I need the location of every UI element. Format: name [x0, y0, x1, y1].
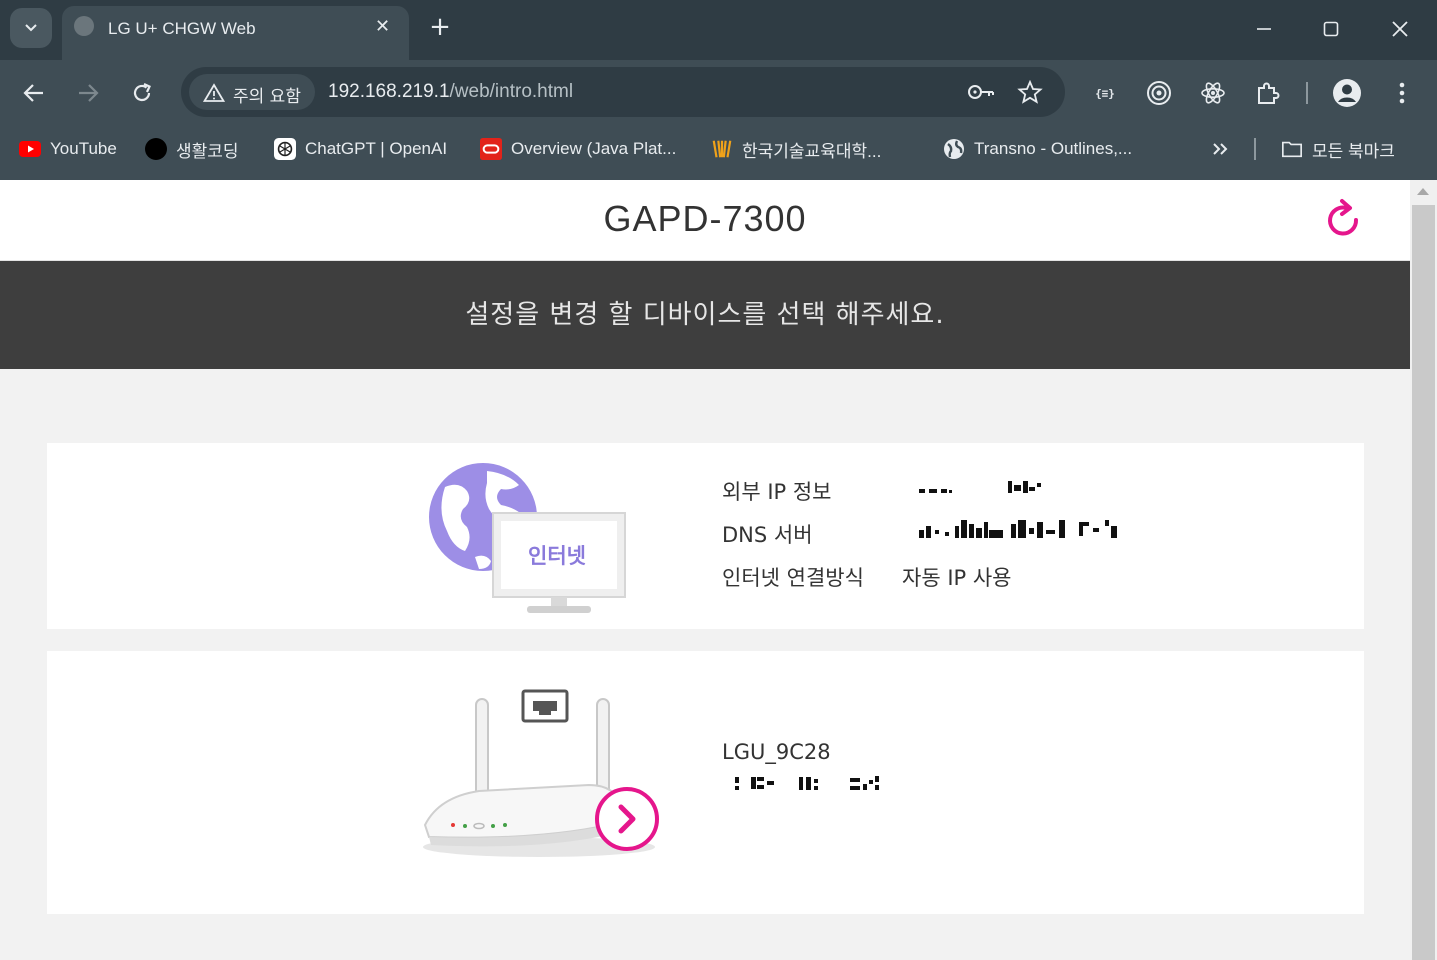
circle-icon: [145, 138, 167, 160]
more-vertical-icon: [1399, 82, 1405, 104]
star-icon[interactable]: [1017, 80, 1043, 104]
browser-menu-button[interactable]: [1387, 78, 1417, 108]
url-text[interactable]: 192.168.219.1/web/intro.html: [328, 81, 573, 103]
address-bar[interactable]: 주의 요함 192.168.219.1/web/intro.html: [181, 67, 1065, 117]
tab-title: LG U+ CHGW Web: [108, 19, 256, 38]
extensions-button[interactable]: [1253, 78, 1283, 108]
internet-icon-label: 인터넷: [528, 544, 586, 568]
avatar-icon: [1333, 79, 1361, 107]
bookmark-label: Overview (Java Plat...: [511, 139, 677, 158]
warning-icon: [203, 83, 225, 102]
reload-icon: [133, 82, 151, 102]
bookmarks-overflow-button[interactable]: [1211, 136, 1229, 162]
bookmark-label: ChatGPT | OpenAI: [305, 139, 448, 158]
bookmark-saenghwal-coding[interactable]: 생활코딩: [145, 136, 239, 162]
double-chevron-right-icon: [1213, 143, 1228, 155]
all-bookmarks-label: 모든 북마크: [1312, 141, 1395, 161]
maximize-button[interactable]: [1311, 12, 1351, 46]
bookmarks-bar: YouTube 생활코딩 ChatGPT | OpenAI Overview (…: [0, 124, 1437, 180]
puzzle-icon: [1258, 82, 1280, 104]
extension-react-icon[interactable]: [1198, 78, 1228, 108]
bookmark-java-overview[interactable]: Overview (Java Plat...: [480, 136, 676, 162]
bookmark-koreatech[interactable]: 한국기술교육대학...: [711, 136, 881, 162]
globe-icon: [74, 16, 94, 36]
minimize-button[interactable]: [1244, 12, 1284, 46]
browser-tab-active[interactable]: LG U+ CHGW Web ✕: [62, 6, 409, 60]
tab-strip: LG U+ CHGW Web ✕ +: [0, 0, 1437, 60]
all-bookmarks-button[interactable]: 모든 북마크: [1281, 136, 1395, 162]
enter-device-button[interactable]: [594, 786, 660, 852]
openai-icon: [274, 138, 296, 160]
internet-card[interactable]: 인터넷 외부 IP 정보 DNS 서버 인터넷 연결방식 자동 IP 사용: [47, 443, 1364, 629]
new-tab-button[interactable]: +: [426, 12, 454, 42]
dns-server-value-redacted: [919, 518, 1124, 540]
bookmark-chatgpt[interactable]: ChatGPT | OpenAI: [274, 136, 447, 162]
page-header: GAPD-7300: [0, 180, 1410, 261]
scroll-thumb[interactable]: [1412, 205, 1435, 960]
external-ip-label: 외부 IP 정보: [722, 480, 832, 504]
arrow-right-icon: [79, 84, 99, 102]
ssid-label: LGU_9C28: [722, 740, 831, 764]
extension-json-icon[interactable]: {≡}: [1090, 78, 1120, 108]
refresh-icon: [1328, 199, 1359, 236]
bookmark-label: YouTube: [50, 139, 117, 158]
atom-icon: [1201, 82, 1225, 104]
page-title: GAPD-7300: [603, 198, 807, 239]
scroll-up-arrow-icon[interactable]: [1417, 188, 1429, 195]
maximize-icon: [1323, 21, 1339, 37]
chevron-down-icon: [25, 24, 37, 32]
close-window-button[interactable]: [1380, 12, 1420, 46]
bookmarks-separator: [1254, 138, 1256, 160]
bookmark-label: 한국기술교육대학...: [742, 141, 882, 161]
tab-search-button[interactable]: [10, 8, 52, 48]
device-info-redacted: [735, 775, 895, 791]
refresh-button[interactable]: [1322, 198, 1366, 244]
arrow-left-icon: [23, 84, 43, 102]
forward-button[interactable]: [71, 76, 105, 110]
password-key-icon[interactable]: [966, 80, 996, 104]
chevron-right-circle-icon: [595, 787, 659, 851]
page-viewport: GAPD-7300 설정을 변경 할 디바이스를 선택 해주세요. 인터넷 외부…: [0, 180, 1437, 960]
browser-toolbar: 주의 요함 192.168.219.1/web/intro.html {≡}: [0, 60, 1437, 124]
back-button[interactable]: [17, 76, 51, 110]
globe-icon: [943, 138, 965, 160]
bookmark-transno[interactable]: Transno - Outlines,...: [943, 136, 1132, 162]
banner-text: 설정을 변경 할 디바이스를 선택 해주세요.: [465, 300, 945, 330]
connection-type-value: 자동 IP 사용: [902, 566, 1012, 590]
minimize-icon: [1257, 28, 1271, 30]
security-chip-label: 주의 요함: [233, 87, 301, 107]
url-host: 192.168.219.1: [328, 81, 450, 102]
toolbar-separator: [1306, 82, 1308, 104]
profile-button[interactable]: [1332, 78, 1362, 108]
oracle-icon: [480, 138, 502, 160]
reload-button[interactable]: [125, 76, 159, 110]
url-path: /web/intro.html: [449, 81, 574, 102]
external-ip-value-redacted: [919, 481, 1043, 495]
bookmark-label: Transno - Outlines,...: [974, 139, 1133, 158]
page-scrollbar[interactable]: [1410, 180, 1437, 960]
connection-type-label: 인터넷 연결방식: [722, 566, 864, 590]
bookmark-youtube[interactable]: YouTube: [19, 136, 117, 162]
router-device-card[interactable]: LGU_9C28: [47, 651, 1364, 914]
youtube-icon: [19, 138, 41, 160]
folder-icon: [1281, 138, 1303, 160]
target-icon: [1147, 81, 1171, 105]
dns-server-label: DNS 서버: [722, 523, 813, 547]
instruction-banner: 설정을 변경 할 디바이스를 선택 해주세요.: [0, 261, 1410, 369]
close-tab-icon[interactable]: ✕: [375, 16, 390, 37]
close-icon: [1392, 21, 1408, 37]
koreatech-icon: [711, 138, 733, 160]
bookmark-label: 생활코딩: [176, 141, 239, 161]
extension-target-icon[interactable]: [1144, 78, 1174, 108]
